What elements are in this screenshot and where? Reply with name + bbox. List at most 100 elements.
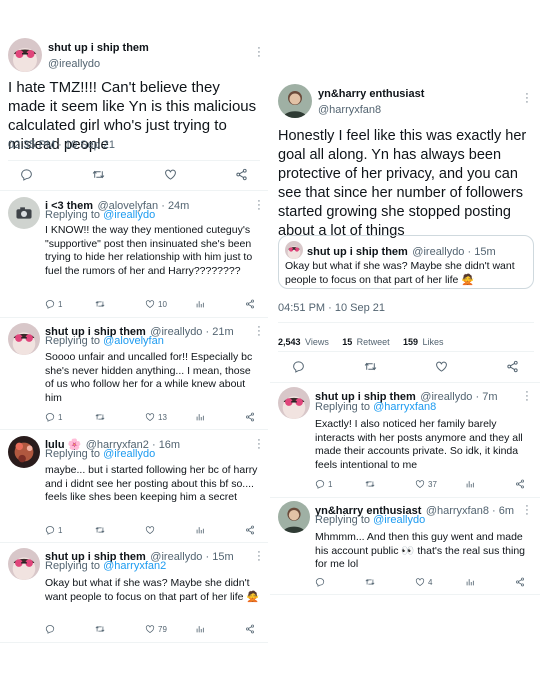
reply-actions: 1 13 bbox=[45, 412, 260, 426]
avatar[interactable] bbox=[8, 38, 42, 72]
like-icon bbox=[415, 479, 425, 489]
likes-count[interactable]: 159 bbox=[403, 337, 418, 347]
author-name[interactable]: yn&harry enthusiast bbox=[318, 88, 424, 100]
like-button[interactable]: 4 bbox=[415, 577, 432, 587]
like-icon bbox=[145, 412, 155, 422]
retweet-button[interactable] bbox=[92, 168, 105, 181]
analytics-button[interactable] bbox=[195, 624, 205, 634]
analytics-button[interactable] bbox=[195, 412, 205, 422]
quote-author-name: shut up i ship them bbox=[307, 246, 408, 258]
divider bbox=[270, 594, 540, 595]
analytics-button[interactable] bbox=[195, 525, 205, 535]
author-handle[interactable]: @harryxfan8 bbox=[318, 104, 381, 116]
tweet-timestamp[interactable]: 02:35 PM · 10 Sep 21 bbox=[8, 139, 115, 151]
reply-time[interactable]: 24m bbox=[168, 200, 189, 212]
share-button[interactable] bbox=[245, 624, 255, 634]
more-vertical-icon[interactable]: · · · bbox=[256, 547, 262, 566]
share-button[interactable] bbox=[506, 360, 519, 373]
like-button[interactable]: 10 bbox=[145, 299, 167, 309]
reply-text: Mhmmm... And then this guy went and made… bbox=[315, 531, 526, 570]
reply-button[interactable]: 1 bbox=[45, 299, 62, 309]
reply-time[interactable]: 21m bbox=[212, 326, 233, 338]
share-button[interactable] bbox=[245, 299, 255, 309]
share-button[interactable] bbox=[515, 479, 525, 489]
share-button[interactable] bbox=[235, 168, 248, 181]
more-vertical-icon[interactable]: · · · bbox=[256, 322, 262, 341]
share-button[interactable] bbox=[245, 412, 255, 422]
likes-label[interactable]: Likes bbox=[423, 337, 444, 347]
reply-button[interactable] bbox=[315, 577, 328, 587]
author-handle[interactable]: @ireallydo bbox=[48, 58, 100, 70]
reply-time[interactable]: 15m bbox=[212, 551, 233, 563]
replying-to-link[interactable]: @ireallydo bbox=[103, 448, 155, 460]
retweet-label[interactable]: Retweet bbox=[357, 337, 390, 347]
avatar[interactable] bbox=[278, 84, 312, 118]
like-button[interactable] bbox=[435, 360, 448, 373]
like-button[interactable]: 79 bbox=[145, 624, 167, 634]
reply-button[interactable]: 1 bbox=[315, 479, 332, 489]
more-vertical-icon[interactable]: · · · bbox=[524, 89, 530, 108]
retweet-button[interactable] bbox=[365, 577, 375, 587]
reply-button[interactable] bbox=[45, 624, 58, 634]
quoted-tweet[interactable]: shut up i ship them @ireallydo · 15m Oka… bbox=[278, 235, 534, 289]
retweet-button[interactable] bbox=[95, 299, 105, 309]
replying-to-link[interactable]: @harryxfan2 bbox=[103, 560, 166, 572]
reply-icon bbox=[20, 168, 33, 181]
share-button[interactable] bbox=[515, 577, 525, 587]
avatar[interactable] bbox=[8, 323, 40, 355]
share-icon bbox=[515, 577, 525, 587]
tweet-text: Honestly I feel like this was exactly he… bbox=[278, 128, 527, 239]
reply-button[interactable] bbox=[292, 360, 305, 373]
retweet-button[interactable] bbox=[365, 479, 375, 489]
analytics-button[interactable] bbox=[195, 299, 205, 309]
retweet-button[interactable] bbox=[364, 360, 377, 373]
share-icon bbox=[245, 525, 255, 535]
tweet-timestamp[interactable]: 04:51 PM · 10 Sep 21 bbox=[278, 302, 385, 314]
reply-time[interactable]: 16m bbox=[159, 439, 180, 451]
analytics-button[interactable] bbox=[465, 577, 475, 587]
avatar[interactable] bbox=[278, 387, 310, 419]
replying-to: Replying to @alovelyfan bbox=[45, 335, 164, 347]
reply-time[interactable]: 7m bbox=[482, 391, 497, 403]
like-button[interactable]: 13 bbox=[145, 412, 167, 422]
more-vertical-icon[interactable]: · · · bbox=[256, 435, 262, 454]
like-icon bbox=[145, 525, 155, 535]
retweet-icon bbox=[364, 360, 377, 373]
reply-author-handle[interactable]: @harryxfan8 bbox=[426, 505, 489, 517]
retweet-icon bbox=[95, 525, 105, 535]
retweet-button[interactable] bbox=[95, 525, 105, 535]
avatar[interactable] bbox=[8, 436, 40, 468]
divider bbox=[8, 160, 260, 161]
retweet-button[interactable] bbox=[95, 624, 105, 634]
retweet-button[interactable] bbox=[95, 412, 105, 422]
replying-to: Replying to @harryxfan8 bbox=[315, 401, 437, 413]
reply-button[interactable]: 1 bbox=[45, 525, 62, 535]
replying-to-link[interactable]: @harryxfan8 bbox=[373, 401, 436, 413]
avatar[interactable] bbox=[8, 548, 40, 580]
replying-to-link[interactable]: @ireallydo bbox=[373, 514, 425, 526]
replying-to-link[interactable]: @ireallydo bbox=[103, 209, 155, 221]
like-button[interactable] bbox=[145, 525, 158, 535]
like-button[interactable]: 37 bbox=[415, 479, 437, 489]
reply-button[interactable]: 1 bbox=[45, 412, 62, 422]
more-vertical-icon[interactable]: · · · bbox=[256, 196, 262, 215]
quote-text: Okay but what if she was? Maybe she didn… bbox=[285, 260, 515, 286]
analytics-button[interactable] bbox=[465, 479, 475, 489]
replying-to-link[interactable]: @alovelyfan bbox=[103, 335, 164, 347]
author-name[interactable]: shut up i ship them bbox=[48, 42, 149, 54]
divider bbox=[0, 542, 268, 543]
avatar[interactable] bbox=[278, 501, 310, 533]
like-button[interactable] bbox=[164, 168, 177, 181]
reply-button[interactable] bbox=[20, 168, 33, 181]
reply-time[interactable]: 6m bbox=[499, 505, 514, 517]
more-vertical-icon[interactable]: · · · bbox=[524, 387, 530, 406]
divider bbox=[270, 497, 540, 498]
more-vertical-icon[interactable]: · · · bbox=[256, 43, 262, 62]
avatar[interactable] bbox=[8, 197, 40, 229]
retweet-count[interactable]: 15 bbox=[342, 337, 352, 347]
more-vertical-icon[interactable]: · · · bbox=[524, 501, 530, 520]
share-button[interactable] bbox=[245, 525, 255, 535]
tweet-stats: 2,543 Views 15 Retweet 159 Likes bbox=[278, 332, 444, 350]
reply-icon bbox=[45, 299, 55, 309]
quote-author-handle: @ireallydo bbox=[412, 246, 465, 258]
